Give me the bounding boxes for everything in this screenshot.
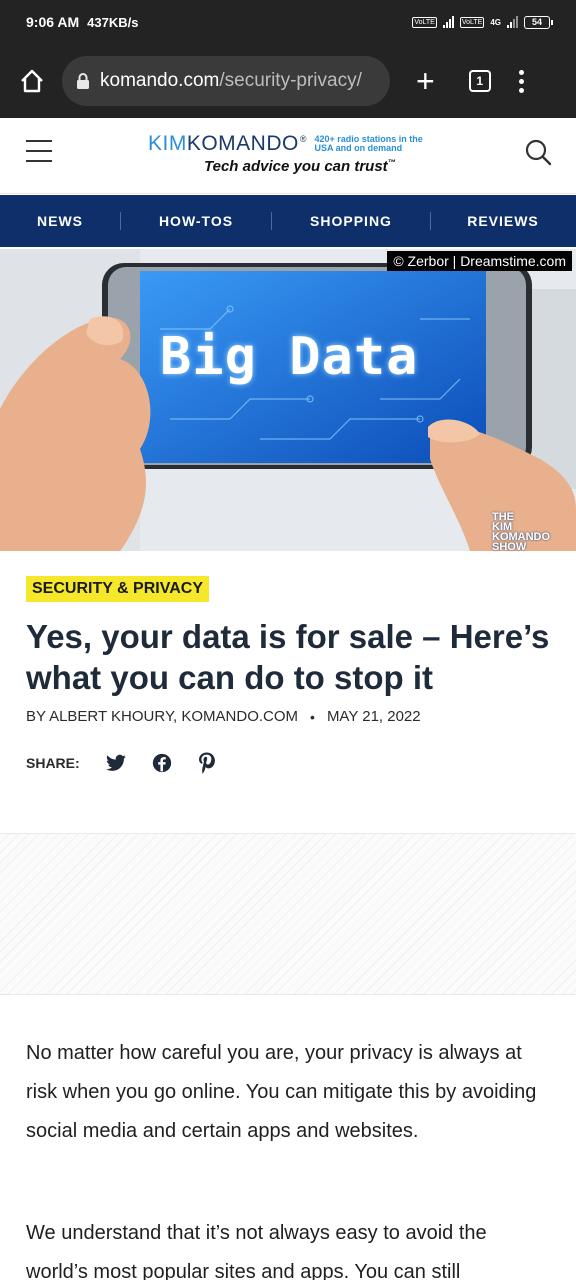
- volte-icon: VoLTE: [412, 16, 437, 28]
- hero-illustration: [0, 249, 576, 551]
- tagline: Tech advice you can trust™: [204, 158, 396, 175]
- publish-date: MAY 21, 2022: [326, 708, 421, 725]
- logo-registered: ®: [299, 134, 307, 144]
- lock-icon: [77, 73, 89, 89]
- home-button[interactable]: [14, 63, 50, 99]
- nav-news[interactable]: NEWS: [0, 213, 120, 229]
- share-label: SHARE:: [26, 755, 80, 771]
- article-headline: Yes, your data is for sale – Here’s what…: [26, 618, 550, 696]
- article-byline: BY ALBERT KHOURY, KOMANDO.COM • MAY 21, …: [26, 708, 421, 725]
- status-time: 9:06 AM: [26, 14, 80, 30]
- battery-icon: 54: [524, 15, 553, 29]
- home-icon: [21, 69, 43, 93]
- main-nav: NEWS HOW-TOS SHOPPING REVIEWS: [0, 195, 576, 247]
- logo-radio-text: 420+ radio stations in the USA and on de…: [314, 134, 423, 153]
- status-speed: 437KB/s: [87, 14, 139, 30]
- signal-icon-2: [507, 16, 518, 28]
- hero-image-text: Big Data: [160, 327, 419, 387]
- new-tab-button[interactable]: +: [416, 65, 435, 97]
- show-logo: THE KIM KOMANDO SHOW: [492, 511, 551, 553]
- url-text: komando.com/security-privacy/: [100, 70, 362, 92]
- category-badge[interactable]: SECURITY & PRIVACY: [26, 576, 209, 602]
- tab-switcher-button[interactable]: 1: [468, 70, 491, 92]
- search-icon[interactable]: [524, 138, 552, 166]
- logo-kim: KIM: [148, 132, 187, 155]
- author[interactable]: BY ALBERT KHOURY, KOMANDO.COM: [26, 708, 298, 725]
- facebook-icon[interactable]: [152, 753, 172, 773]
- browser-menu-button[interactable]: [518, 69, 524, 93]
- share-row: SHARE:: [26, 752, 216, 774]
- ad-placeholder: [0, 833, 576, 995]
- article-paragraph: No matter how careful you are, your priv…: [26, 1042, 537, 1142]
- byline-separator: •: [310, 708, 315, 725]
- logo-komando: KOMANDO: [186, 132, 299, 155]
- nav-reviews[interactable]: REVIEWS: [431, 213, 575, 229]
- article-paragraph: We understand that it’s not always easy …: [26, 1222, 487, 1280]
- browser-toolbar: komando.com/security-privacy/ + 1: [0, 44, 576, 118]
- status-bar: 9:06 AM 437KB/s VoLTE VoLTE 4G 54: [0, 0, 576, 44]
- hero-image[interactable]: Big Data © Zerbor | Dreamstime.com: [0, 249, 576, 551]
- url-path: /security-privacy/: [219, 70, 362, 91]
- url-domain: komando.com: [100, 70, 220, 91]
- hamburger-menu-icon[interactable]: [26, 140, 52, 162]
- pinterest-icon[interactable]: [198, 752, 216, 774]
- photo-credit: © Zerbor | Dreamstime.com: [387, 251, 572, 271]
- address-bar[interactable]: komando.com/security-privacy/: [62, 56, 390, 106]
- network-type: 4G: [490, 17, 501, 27]
- nav-shopping[interactable]: SHOPPING: [272, 213, 430, 229]
- signal-icon: [442, 16, 454, 28]
- twitter-icon[interactable]: [105, 754, 126, 772]
- status-icons: VoLTE VoLTE 4G 54: [412, 15, 553, 29]
- nav-how-tos[interactable]: HOW-TOS: [121, 213, 271, 229]
- site-logo[interactable]: KIM KOMANDO ® 420+ radio stations in the U…: [148, 132, 458, 175]
- volte-icon-2: VoLTE: [459, 16, 485, 28]
- site-header: KIM KOMANDO ® 420+ radio stations in the U…: [0, 118, 576, 194]
